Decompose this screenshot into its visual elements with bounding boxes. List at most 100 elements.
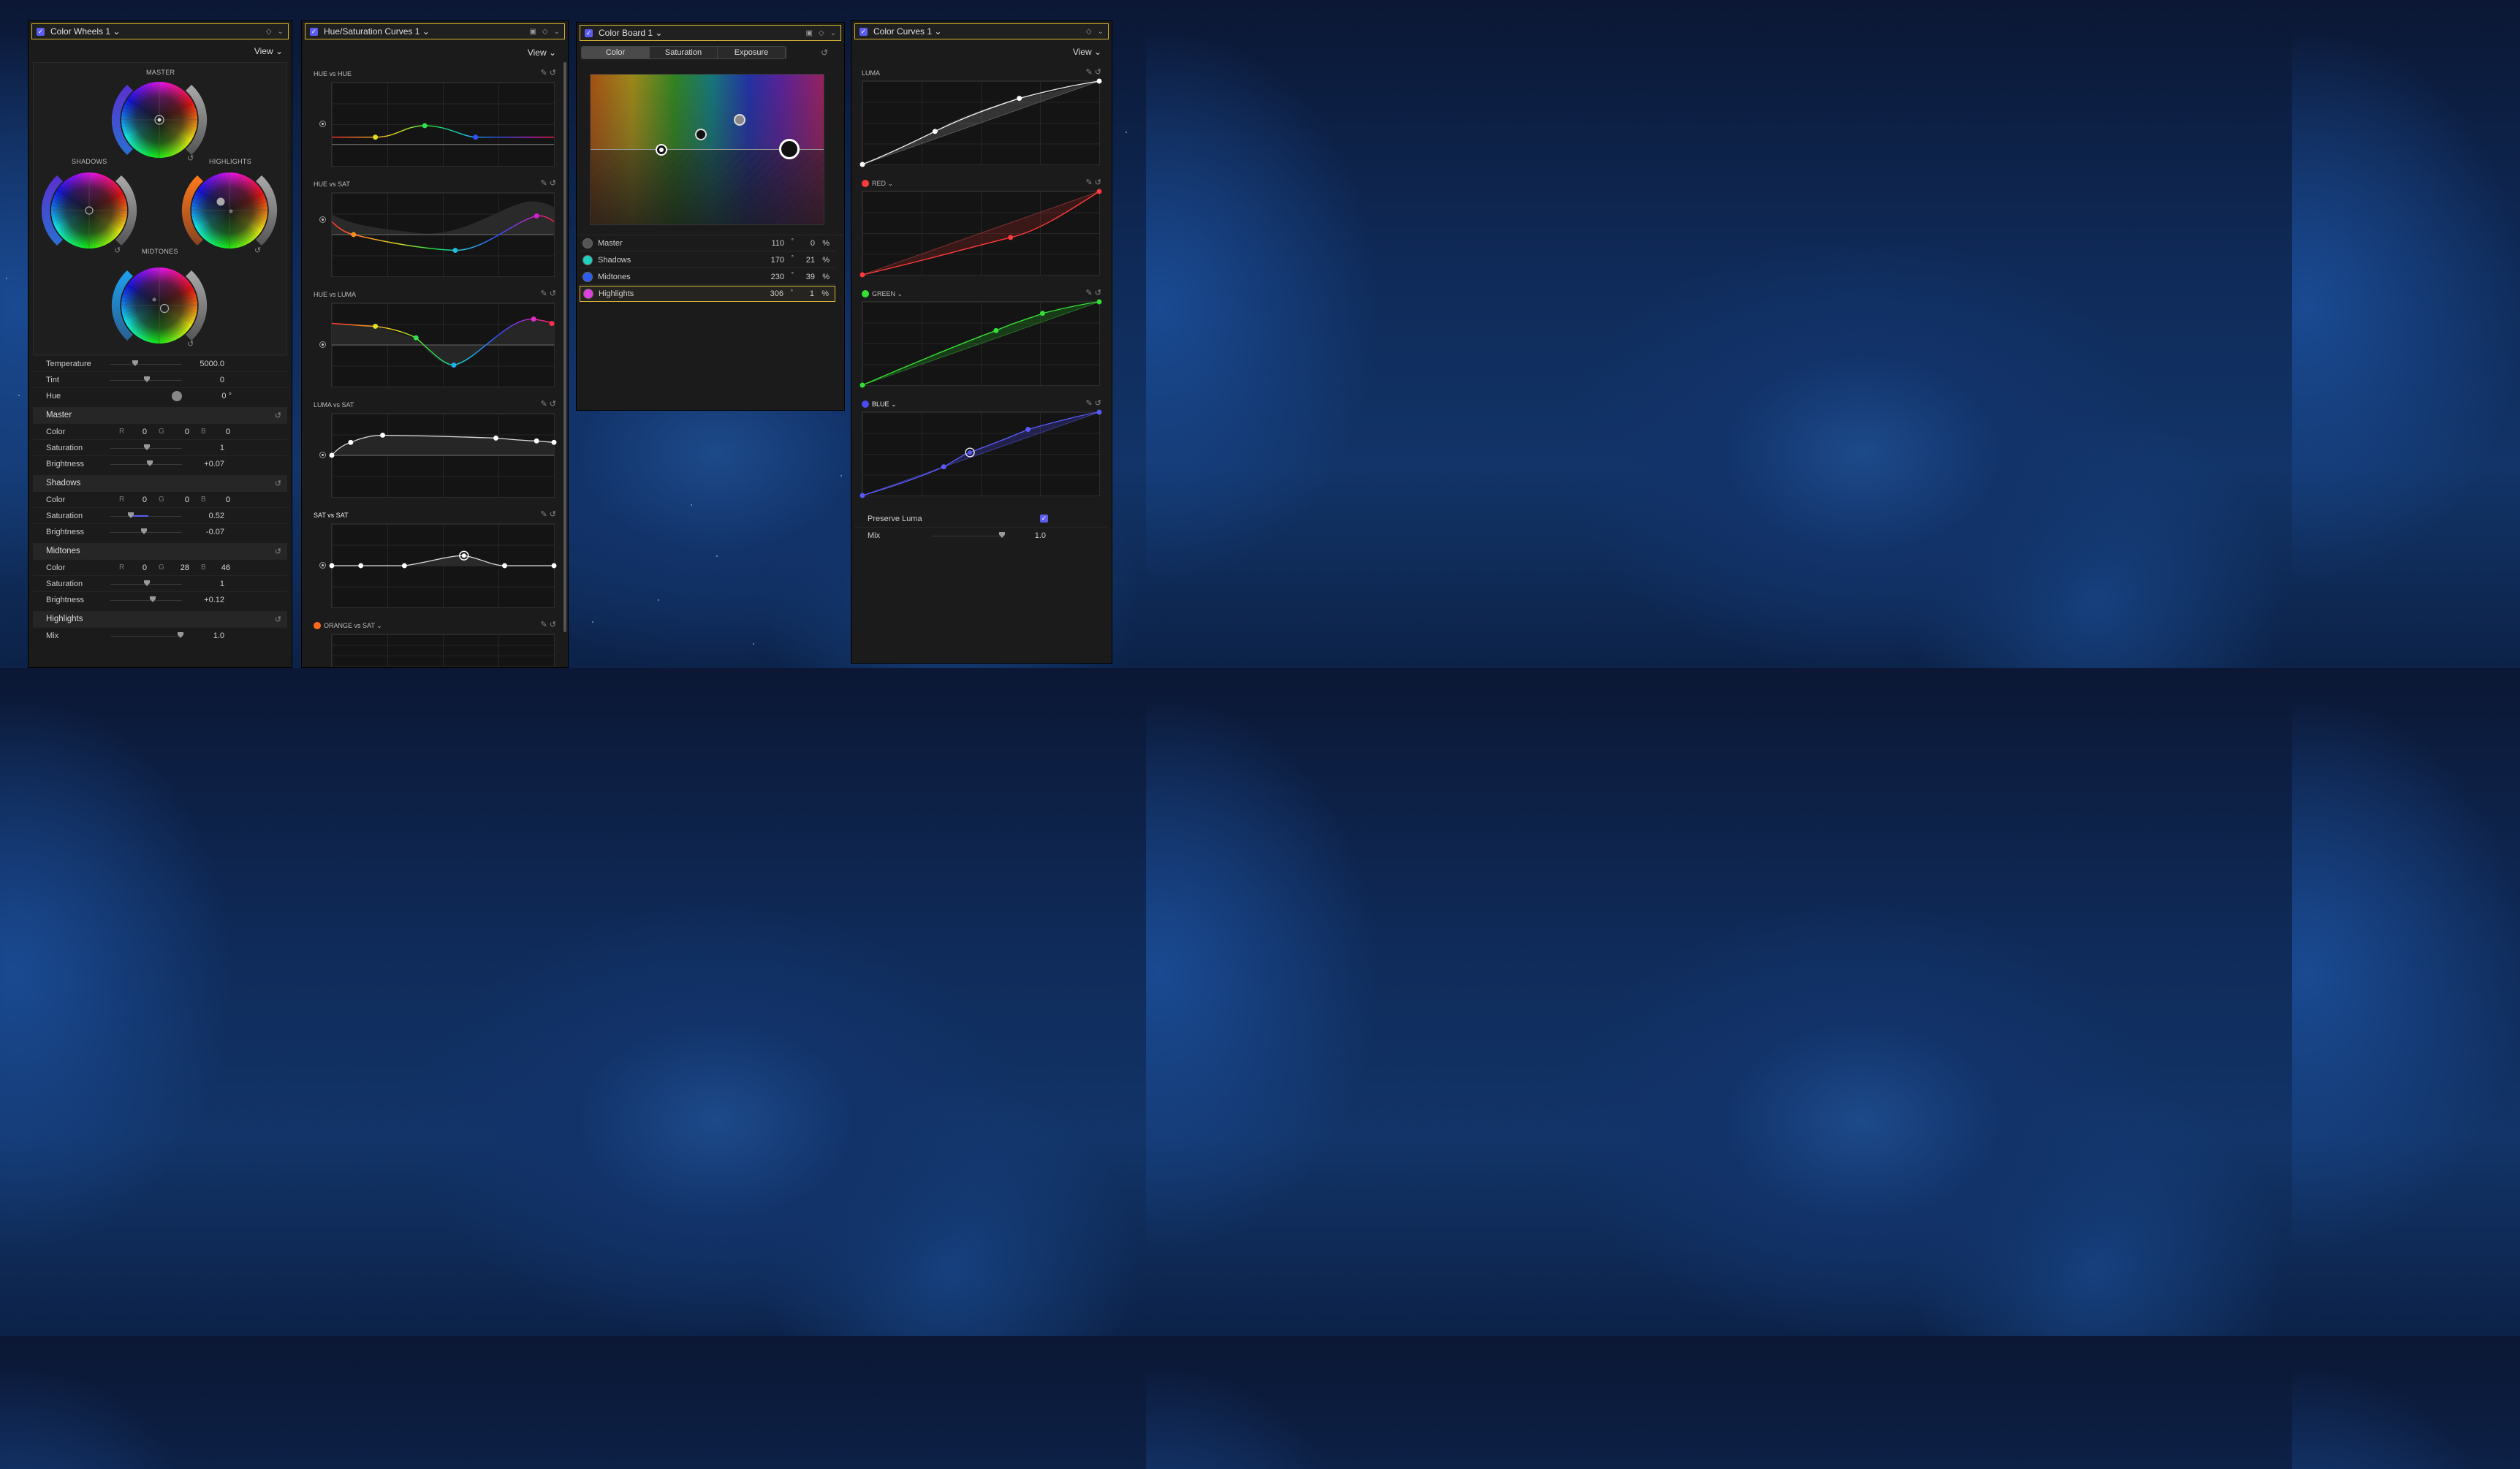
mix-value[interactable]: 1.0: [179, 631, 224, 640]
saturation-thumb[interactable]: [128, 512, 134, 518]
red-label[interactable]: RED ⌄: [872, 180, 893, 188]
luma-vs-sat-curve[interactable]: [329, 413, 557, 498]
eyedropper-icon[interactable]: ✎ ↺: [541, 509, 557, 519]
eyedropper-icon[interactable]: ✎ ↺: [1086, 398, 1102, 408]
reset-icon[interactable]: ↺: [275, 411, 281, 420]
hue-vs-hue-curve[interactable]: [331, 82, 555, 167]
enable-checkbox[interactable]: ✓: [310, 27, 318, 36]
mask-icon[interactable]: ▣: [805, 29, 812, 37]
reset-icon[interactable]: ↺: [275, 479, 281, 488]
r-value[interactable]: 0: [132, 428, 147, 436]
color-board-canvas[interactable]: [590, 74, 824, 225]
enable-checkbox[interactable]: ✓: [859, 27, 868, 36]
brightness-slider[interactable]: [110, 600, 182, 601]
saturation-thumb[interactable]: [144, 580, 150, 586]
brightness-thumb[interactable]: [141, 528, 147, 534]
saturation-thumb[interactable]: [144, 444, 150, 450]
eyedropper-icon[interactable]: ✎ ↺: [541, 620, 557, 629]
brightness-slider[interactable]: [110, 464, 182, 465]
brightness-value[interactable]: +0.12: [179, 596, 224, 604]
eyedropper-icon[interactable]: ✎ ↺: [541, 68, 557, 77]
hue-vs-sat-curve[interactable]: [331, 192, 555, 277]
angle-value[interactable]: 110: [771, 239, 784, 248]
eyedropper-icon[interactable]: ✎ ↺: [1086, 288, 1102, 297]
b-value[interactable]: 46: [216, 563, 230, 572]
shadows-puck[interactable]: [695, 129, 707, 140]
chevron-down-icon[interactable]: ⌄: [278, 28, 284, 36]
highlights-puck[interactable]: [779, 139, 800, 159]
blue-curve[interactable]: [859, 409, 1102, 498]
r-value[interactable]: 0: [132, 563, 147, 572]
reset-icon[interactable]: ↺: [275, 547, 281, 556]
keyframe-icon[interactable]: ◇: [1086, 28, 1092, 36]
board-row-master[interactable]: Master 110 ° 0%: [580, 235, 835, 251]
effect-title[interactable]: Color Board 1 ⌄: [599, 28, 662, 38]
orange-vs-sat-curve[interactable]: [331, 634, 555, 667]
hue-vs-luma-curve[interactable]: [331, 303, 555, 387]
tint-value[interactable]: 0: [179, 376, 224, 384]
midtones-puck[interactable]: [734, 114, 745, 126]
brightness-slider[interactable]: [110, 532, 182, 533]
eyedropper-icon[interactable]: ✎ ↺: [1086, 178, 1102, 187]
effect-title[interactable]: Hue/Saturation Curves 1 ⌄: [324, 26, 430, 37]
master-group-header[interactable]: Master ↺: [33, 407, 287, 423]
eyedropper-icon[interactable]: ✎ ↺: [541, 289, 557, 298]
target-icon[interactable]: [319, 341, 326, 348]
shadows-group-header[interactable]: Shadows ↺: [33, 475, 287, 491]
keyframe-icon[interactable]: ◇: [819, 29, 824, 37]
g-value[interactable]: 28: [175, 563, 189, 572]
percent-value[interactable]: 39: [806, 273, 815, 281]
board-row-shadows[interactable]: Shadows 170 ° 21%: [580, 252, 835, 268]
luma-curve[interactable]: [859, 78, 1102, 167]
preserve-luma-checkbox[interactable]: ✓: [1040, 515, 1048, 523]
saturation-value[interactable]: 1: [179, 580, 224, 588]
scrollbar[interactable]: [563, 62, 566, 632]
angle-value[interactable]: 306: [770, 289, 783, 298]
target-icon[interactable]: [319, 452, 326, 458]
midtones-group-header[interactable]: Midtones ↺: [33, 543, 287, 559]
eyedropper-icon[interactable]: ✎ ↺: [541, 178, 557, 188]
reset-icon[interactable]: ↺: [275, 615, 281, 624]
saturation-value[interactable]: 0.52: [179, 512, 224, 520]
brightness-thumb[interactable]: [150, 596, 156, 602]
chevron-down-icon[interactable]: ⌄: [554, 28, 560, 36]
board-row-highlights[interactable]: Highlights 306 ° 1%: [580, 286, 835, 302]
board-row-midtones[interactable]: Midtones 230 ° 39%: [580, 269, 835, 285]
green-curve[interactable]: [859, 299, 1102, 388]
target-icon[interactable]: [319, 562, 326, 569]
enable-checkbox[interactable]: ✓: [37, 27, 45, 36]
view-menu[interactable]: View ⌄: [1073, 47, 1101, 57]
sat-vs-sat-curve[interactable]: [329, 523, 557, 608]
temperature-thumb[interactable]: [132, 360, 138, 366]
angle-value[interactable]: 230: [771, 273, 784, 281]
brightness-value[interactable]: +0.07: [179, 460, 224, 468]
green-label[interactable]: GREEN ⌄: [872, 290, 903, 298]
b-value[interactable]: 0: [216, 496, 230, 504]
orange-vs-sat-label[interactable]: ORANGE vs SAT ⌄: [324, 622, 382, 630]
blue-label[interactable]: BLUE ⌄: [872, 401, 897, 409]
chevron-down-icon[interactable]: ⌄: [1098, 28, 1104, 36]
g-value[interactable]: 0: [175, 496, 189, 504]
eyedropper-icon[interactable]: ✎ ↺: [541, 399, 557, 409]
tint-thumb[interactable]: [144, 376, 150, 382]
view-menu[interactable]: View ⌄: [528, 48, 556, 58]
r-value[interactable]: 0: [132, 496, 147, 504]
tab-color[interactable]: Color: [582, 47, 650, 58]
red-curve[interactable]: [859, 189, 1102, 278]
hue-value[interactable]: 0 °: [179, 392, 232, 401]
enable-checkbox[interactable]: ✓: [585, 29, 593, 37]
percent-value[interactable]: 1: [810, 289, 814, 298]
effect-title[interactable]: Color Curves 1 ⌄: [873, 26, 941, 37]
temperature-slider[interactable]: [110, 364, 182, 365]
percent-value[interactable]: 0: [811, 239, 815, 248]
angle-value[interactable]: 170: [771, 256, 784, 265]
chevron-down-icon[interactable]: ⌄: [830, 29, 836, 37]
g-value[interactable]: 0: [175, 428, 189, 436]
master-puck[interactable]: [656, 144, 667, 156]
tab-exposure[interactable]: Exposure: [718, 47, 786, 58]
highlights-group-header[interactable]: Highlights ↺: [33, 611, 287, 627]
eyedropper-icon[interactable]: ✎ ↺: [1086, 67, 1102, 77]
keyframe-icon[interactable]: ◇: [542, 28, 548, 36]
b-value[interactable]: 0: [216, 428, 230, 436]
effect-title[interactable]: Color Wheels 1 ⌄: [50, 26, 120, 37]
